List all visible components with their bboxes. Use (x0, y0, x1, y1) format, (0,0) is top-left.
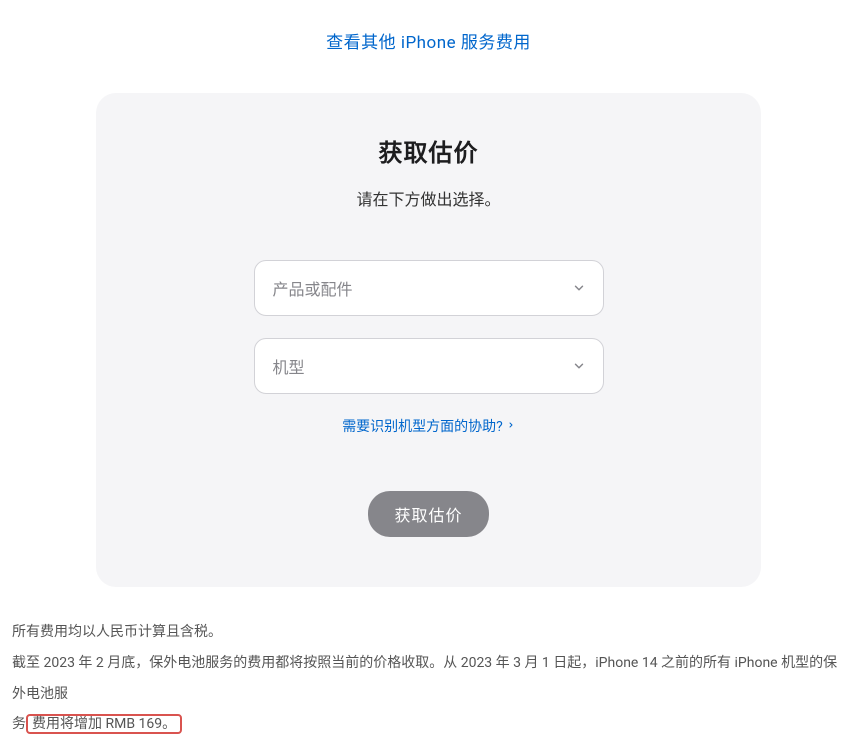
footer-line-2-part2: 务 (12, 716, 26, 732)
get-estimate-button[interactable]: 获取估价 (368, 491, 488, 537)
estimate-card: 获取估价 请在下方做出选择。 产品或配件 机型 需要识别机型方面的协助? 获取估… (96, 93, 761, 587)
model-select-placeholder: 机型 (273, 354, 305, 378)
card-subtitle: 请在下方做出选择。 (156, 186, 701, 210)
footer-line-2: 截至 2023 年 2 月底，保外电池服务的费用都将按照当前的价格收取。从 20… (12, 648, 845, 740)
product-select-wrapper: 产品或配件 (254, 260, 604, 316)
help-link-row: 需要识别机型方面的协助? (156, 416, 701, 436)
product-select[interactable]: 产品或配件 (254, 260, 604, 316)
product-select-placeholder: 产品或配件 (273, 276, 353, 300)
help-link-text: 需要识别机型方面的协助? (342, 416, 503, 436)
footer-text: 所有费用均以人民币计算且含税。 截至 2023 年 2 月底，保外电池服务的费用… (0, 617, 857, 740)
card-title: 获取估价 (156, 133, 701, 168)
chevron-right-icon (507, 418, 515, 434)
model-select[interactable]: 机型 (254, 338, 604, 394)
identify-model-help-link[interactable]: 需要识别机型方面的协助? (342, 416, 515, 436)
top-section: 查看其他 iPhone 服务费用 (0, 0, 857, 73)
footer-line-1: 所有费用均以人民币计算且含税。 (12, 617, 845, 648)
price-increase-highlight: 费用将增加 RMB 169。 (26, 714, 182, 734)
other-service-fee-link[interactable]: 查看其他 iPhone 服务费用 (326, 33, 531, 53)
footer-line-2-part1: 截至 2023 年 2 月底，保外电池服务的费用都将按照当前的价格收取。从 20… (12, 655, 837, 702)
model-select-wrapper: 机型 (254, 338, 604, 394)
